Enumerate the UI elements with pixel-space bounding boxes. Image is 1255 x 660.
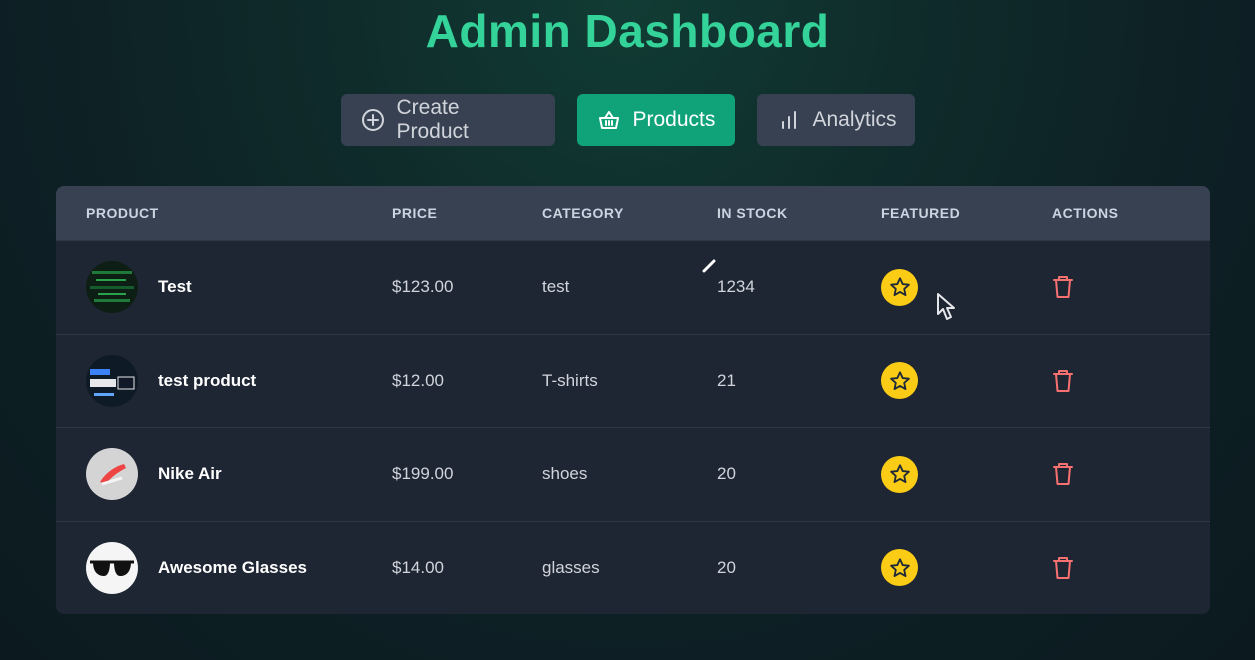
- header-product[interactable]: PRODUCT: [56, 205, 392, 221]
- product-category: T-shirts: [542, 370, 598, 390]
- trash-icon: [1053, 276, 1073, 299]
- trash-icon: [1053, 556, 1073, 579]
- table-row: Awesome Glasses $14.00 glasses 20: [56, 520, 1210, 615]
- delete-button[interactable]: [1052, 461, 1078, 487]
- product-price: $12.00: [392, 370, 444, 390]
- delete-button[interactable]: [1052, 274, 1078, 300]
- delete-button[interactable]: [1052, 555, 1078, 581]
- product-stock: 21: [717, 370, 736, 390]
- product-price: $199.00: [392, 464, 454, 484]
- product-stock: 1234: [717, 277, 755, 297]
- product-name: Nike Air: [158, 464, 222, 484]
- tab-products[interactable]: Products: [576, 94, 735, 146]
- product-image: [86, 261, 138, 314]
- table-row: Test $123.00 test 1234: [56, 240, 1210, 334]
- product-category: glasses: [542, 557, 600, 577]
- header-featured[interactable]: FEATURED: [881, 205, 1052, 221]
- tab-analytics[interactable]: Analytics: [756, 94, 915, 146]
- product-image: [86, 354, 138, 407]
- trash-icon: [1053, 369, 1073, 392]
- featured-toggle-button[interactable]: [881, 455, 918, 493]
- tab-create-product-label: Create Product: [396, 96, 469, 143]
- bar-chart-icon: [777, 108, 801, 132]
- product-stock: 20: [717, 557, 736, 577]
- tab-bar: Create Product Products Analytics: [0, 94, 1255, 146]
- header-price[interactable]: PRICE: [392, 205, 542, 221]
- product-name: Test: [158, 277, 192, 297]
- plus-circle-icon: [361, 108, 385, 132]
- product-stock: 20: [717, 464, 736, 484]
- featured-toggle-button[interactable]: [881, 362, 918, 400]
- tab-create-product[interactable]: Create Product: [340, 94, 555, 146]
- featured-toggle-button[interactable]: [881, 549, 918, 587]
- tab-analytics-label: Analytics: [812, 108, 897, 131]
- table-header: PRODUCT PRICE CATEGORY IN STOCK FEATURED…: [56, 186, 1210, 240]
- product-image: [86, 541, 138, 594]
- tab-products-label: Products: [632, 108, 716, 131]
- product-category: test: [542, 277, 570, 297]
- header-category[interactable]: CATEGORY: [542, 205, 717, 221]
- header-actions: ACTIONS: [1052, 205, 1119, 221]
- pen-cursor-icon: [702, 259, 716, 273]
- star-icon: [889, 558, 910, 577]
- table-row: test product $12.00 T-shirts 21: [56, 333, 1210, 428]
- table-row: Nike Air $199.00 shoes 20: [56, 427, 1210, 521]
- star-icon: [889, 464, 910, 484]
- product-image: [86, 448, 138, 501]
- product-price: $14.00: [392, 557, 444, 577]
- star-icon: [889, 371, 910, 390]
- delete-button[interactable]: [1052, 368, 1078, 394]
- star-icon: [889, 277, 910, 297]
- product-name: test product: [158, 370, 257, 390]
- page-title: Admin Dashboard: [425, 5, 830, 57]
- product-name: Awesome Glasses: [158, 557, 307, 577]
- mouse-cursor-icon: [937, 293, 955, 320]
- trash-icon: [1053, 463, 1073, 486]
- product-price: $123.00: [392, 277, 454, 297]
- header-in-stock[interactable]: IN STOCK: [717, 205, 881, 221]
- basket-icon: [597, 108, 621, 132]
- products-table: PRODUCT PRICE CATEGORY IN STOCK FEATURED…: [56, 186, 1210, 614]
- featured-toggle-button[interactable]: [881, 268, 918, 306]
- product-category: shoes: [542, 464, 588, 484]
